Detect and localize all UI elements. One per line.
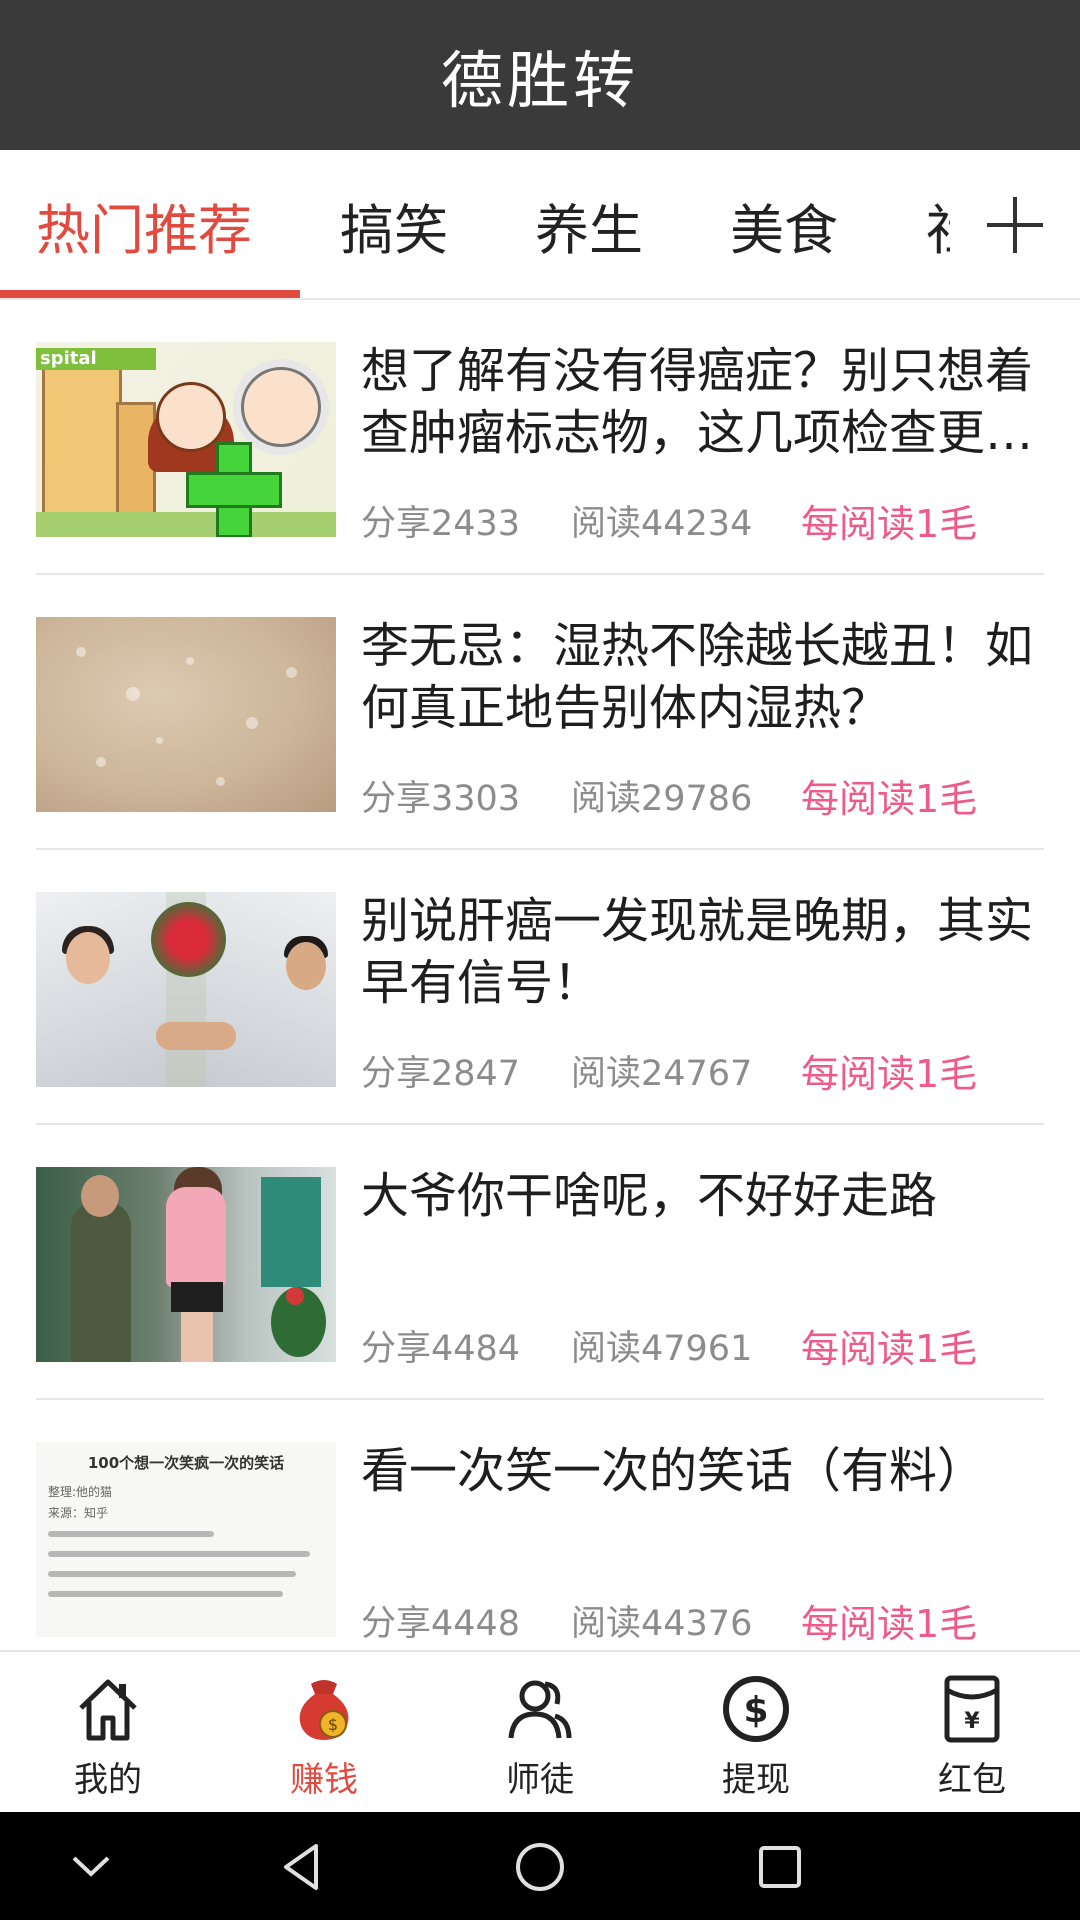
nav-item-withdraw[interactable]: $ 提现 <box>648 1652 864 1812</box>
reward-text: 每阅读1毛 <box>801 501 978 546</box>
article-meta: 分享4448 阅读44376 每阅读1毛 <box>361 1595 978 1646</box>
thumb-line: 整理:他的猫 <box>48 1485 113 1499</box>
read-count: 阅读44234 <box>571 503 753 544</box>
article-item[interactable]: 李无忌：湿热不除越长越丑！如何真正地告别体内湿热？ 分享3303 阅读29786… <box>36 575 1044 850</box>
reward-text: 每阅读1毛 <box>801 1601 978 1646</box>
tab-hot-recommend[interactable]: 热门推荐 <box>36 150 252 298</box>
article-title[interactable]: 大爷你干啥呢，不好好走路 <box>361 1165 1041 1227</box>
people-icon <box>505 1674 575 1744</box>
hospital-sign: spital <box>36 348 156 370</box>
article-meta: 分享2433 阅读44234 每阅读1毛 <box>361 495 978 546</box>
article-title[interactable]: 李无忌：湿热不除越长越丑！如何真正地告别体内湿热？ <box>361 615 1041 739</box>
nav-label: 赚钱 <box>290 1760 358 1800</box>
article-item[interactable]: 大爷你干啥呢，不好好走路 分享4484 阅读47961 每阅读1毛 <box>36 1125 1044 1400</box>
nav-item-red-packet[interactable]: ¥ 红包 <box>864 1652 1080 1812</box>
svg-text:$: $ <box>743 1690 768 1731</box>
nav-item-mine[interactable]: 我的 <box>0 1652 216 1812</box>
yuan-envelope-icon: ¥ <box>937 1674 1007 1744</box>
thumb-line: 来源：知乎 <box>48 1506 109 1520</box>
thumb-heading: 100个想一次笑疯一次的笑话 <box>87 1454 285 1472</box>
active-tab-indicator <box>0 290 300 298</box>
category-tabs: 热门推荐 搞笑 养生 美食 社 <box>0 150 1080 300</box>
read-count: 阅读47961 <box>571 1328 753 1369</box>
article-title[interactable]: 看一次笑一次的笑话（有料） <box>361 1440 1041 1502</box>
home-circle-icon[interactable] <box>513 1840 567 1894</box>
dollar-coin-icon: $ <box>721 1674 791 1744</box>
article-feed[interactable]: spital 想了解有没有得癌症？别只想着查肿瘤标志物，这几项检查更重要 分享2… <box>0 300 1080 1650</box>
bottom-navigation: 我的 $ 赚钱 师徒 $ 提现 ¥ 红包 <box>0 1650 1080 1812</box>
svg-text:$: $ <box>328 1715 338 1734</box>
article-title[interactable]: 别说肝癌一发现就是晚期，其实早有信号！ <box>361 890 1041 1014</box>
system-navigation-bar <box>0 1812 1080 1920</box>
article-item[interactable]: 100个想一次笑疯一次的笑话 整理:他的猫 来源：知乎 看一次笑一次的笑话（有料… <box>36 1400 1044 1650</box>
back-icon[interactable] <box>274 1840 328 1894</box>
read-count: 阅读44376 <box>571 1603 753 1644</box>
tab-partial-clip: 社 <box>920 150 950 298</box>
article-thumbnail: spital <box>36 342 336 537</box>
recents-icon[interactable] <box>753 1840 807 1894</box>
nav-item-mentor[interactable]: 师徒 <box>432 1652 648 1812</box>
article-meta: 分享3303 阅读29786 每阅读1毛 <box>361 770 978 821</box>
reward-text: 每阅读1毛 <box>801 1051 978 1096</box>
article-thumbnail <box>36 1167 336 1362</box>
read-count: 阅读29786 <box>571 778 753 819</box>
article-title[interactable]: 想了解有没有得癌症？别只想着查肿瘤标志物，这几项检查更重要 <box>361 340 1041 464</box>
nav-label: 提现 <box>722 1760 790 1800</box>
nav-label: 师徒 <box>506 1760 574 1800</box>
app-header: 德胜转 <box>0 0 1080 150</box>
article-thumbnail <box>36 617 336 812</box>
reward-text: 每阅读1毛 <box>801 1326 978 1371</box>
article-thumbnail: 100个想一次笑疯一次的笑话 整理:他的猫 来源：知乎 <box>36 1442 336 1637</box>
share-count: 分享3303 <box>361 778 521 819</box>
article-meta: 分享2847 阅读24767 每阅读1毛 <box>361 1045 978 1096</box>
article-item[interactable]: spital 想了解有没有得癌症？别只想着查肿瘤标志物，这几项检查更重要 分享2… <box>36 300 1044 575</box>
page-title: 德胜转 <box>440 44 639 117</box>
share-count: 分享2847 <box>361 1053 521 1094</box>
nav-label: 我的 <box>74 1760 142 1800</box>
share-count: 分享2433 <box>361 503 521 544</box>
add-tab-button[interactable] <box>950 150 1080 298</box>
reward-text: 每阅读1毛 <box>801 776 978 821</box>
nav-item-earn[interactable]: $ 赚钱 <box>216 1652 432 1812</box>
tab-food[interactable]: 美食 <box>730 150 838 298</box>
tab-funny[interactable]: 搞笑 <box>340 150 448 298</box>
svg-text:¥: ¥ <box>964 1709 980 1734</box>
article-item[interactable]: 别说肝癌一发现就是晚期，其实早有信号！ 分享2847 阅读24767 每阅读1毛 <box>36 850 1044 1125</box>
plus-icon <box>987 197 1043 253</box>
money-bag-icon: $ <box>289 1674 359 1744</box>
chevron-down-icon[interactable] <box>64 1840 118 1894</box>
nav-label: 红包 <box>938 1760 1006 1800</box>
share-count: 分享4484 <box>361 1328 521 1369</box>
read-count: 阅读24767 <box>571 1053 753 1094</box>
article-meta: 分享4484 阅读47961 每阅读1毛 <box>361 1320 978 1371</box>
share-count: 分享4448 <box>361 1603 521 1644</box>
article-thumbnail <box>36 892 336 1087</box>
tab-society[interactable]: 社 <box>926 150 950 298</box>
tab-health[interactable]: 养生 <box>535 150 643 298</box>
home-icon <box>73 1674 143 1744</box>
